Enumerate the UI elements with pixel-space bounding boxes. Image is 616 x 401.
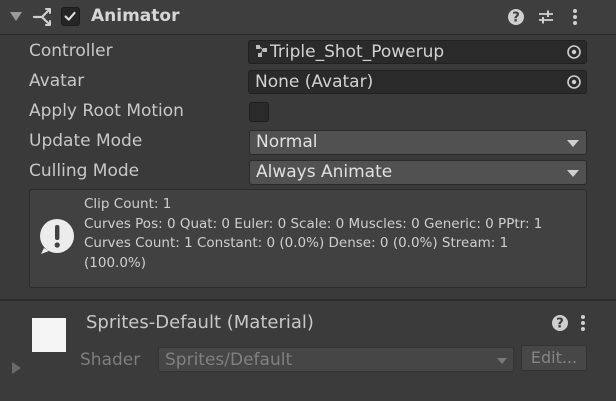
animator-component-header[interactable]: Animator ? bbox=[0, 0, 616, 35]
info-line: Clip Count: 1 bbox=[84, 196, 172, 212]
controller-field[interactable]: Triple_Shot_Powerup bbox=[248, 40, 587, 64]
foldout-arrow-icon[interactable] bbox=[10, 12, 22, 21]
controller-value-text: Triple_Shot_Powerup bbox=[270, 42, 445, 62]
shader-value: Sprites/Default bbox=[165, 350, 293, 370]
avatar-label: Avatar bbox=[29, 71, 85, 91]
apply-root-motion-label: Apply Root Motion bbox=[29, 101, 184, 121]
animator-icon bbox=[32, 8, 51, 26]
component-title: Animator bbox=[91, 6, 180, 26]
material-preview-thumbnail bbox=[32, 318, 66, 352]
material-title: Sprites-Default (Material) bbox=[86, 312, 314, 333]
controller-label: Controller bbox=[29, 41, 113, 61]
culling-mode-dropdown[interactable]: Always Animate bbox=[249, 160, 587, 185]
update-mode-label: Update Mode bbox=[29, 131, 143, 151]
svg-text:?: ? bbox=[512, 11, 520, 26]
apply-root-motion-checkbox[interactable] bbox=[249, 102, 269, 122]
object-picker-icon[interactable] bbox=[566, 74, 582, 90]
update-mode-dropdown[interactable]: Normal bbox=[249, 130, 587, 155]
culling-mode-value: Always Animate bbox=[256, 162, 393, 182]
checkmark-icon bbox=[64, 11, 76, 21]
info-line: Curves Count: 1 Constant: 0 (0.0%) Dense… bbox=[84, 235, 509, 251]
help-icon[interactable]: ? bbox=[550, 313, 570, 333]
chevron-down-icon bbox=[567, 170, 579, 177]
culling-mode-label: Culling Mode bbox=[29, 161, 140, 181]
inspector-panel: Animator ? Controller Triple_Shot_Poweru… bbox=[0, 0, 616, 401]
avatar-field[interactable]: None (Avatar) bbox=[248, 70, 587, 94]
update-mode-value: Normal bbox=[256, 132, 318, 152]
info-line: Curves Pos: 0 Quat: 0 Euler: 0 Scale: 0 … bbox=[84, 215, 543, 232]
warning-info-icon bbox=[40, 219, 74, 254]
menu-icon[interactable] bbox=[573, 313, 593, 333]
chevron-down-icon bbox=[497, 358, 507, 364]
svg-text:?: ? bbox=[556, 317, 564, 332]
material-section: Sprites-Default (Material) ? Shader Spri… bbox=[0, 301, 616, 401]
menu-icon[interactable] bbox=[565, 7, 585, 27]
info-text: Clip Count: 1 Curves Pos: 0 Quat: 0 Eule… bbox=[84, 195, 584, 273]
controller-value: Triple_Shot_Powerup bbox=[255, 42, 444, 62]
material-foldout-icon[interactable] bbox=[12, 362, 21, 374]
info-line: (100.0%) bbox=[84, 254, 147, 271]
chevron-down-icon bbox=[567, 140, 579, 147]
component-enabled-checkbox[interactable] bbox=[61, 7, 80, 26]
avatar-value: None (Avatar) bbox=[255, 72, 374, 92]
preset-icon[interactable] bbox=[536, 7, 556, 27]
object-picker-icon[interactable] bbox=[566, 44, 582, 60]
animator-controller-icon bbox=[256, 45, 267, 57]
shader-dropdown[interactable]: Sprites/Default bbox=[158, 347, 514, 372]
edit-shader-button[interactable]: Edit... bbox=[521, 345, 587, 371]
animation-info-box: Clip Count: 1 Curves Pos: 0 Quat: 0 Eule… bbox=[29, 189, 587, 288]
help-icon[interactable]: ? bbox=[506, 7, 526, 27]
shader-label: Shader bbox=[80, 350, 141, 370]
